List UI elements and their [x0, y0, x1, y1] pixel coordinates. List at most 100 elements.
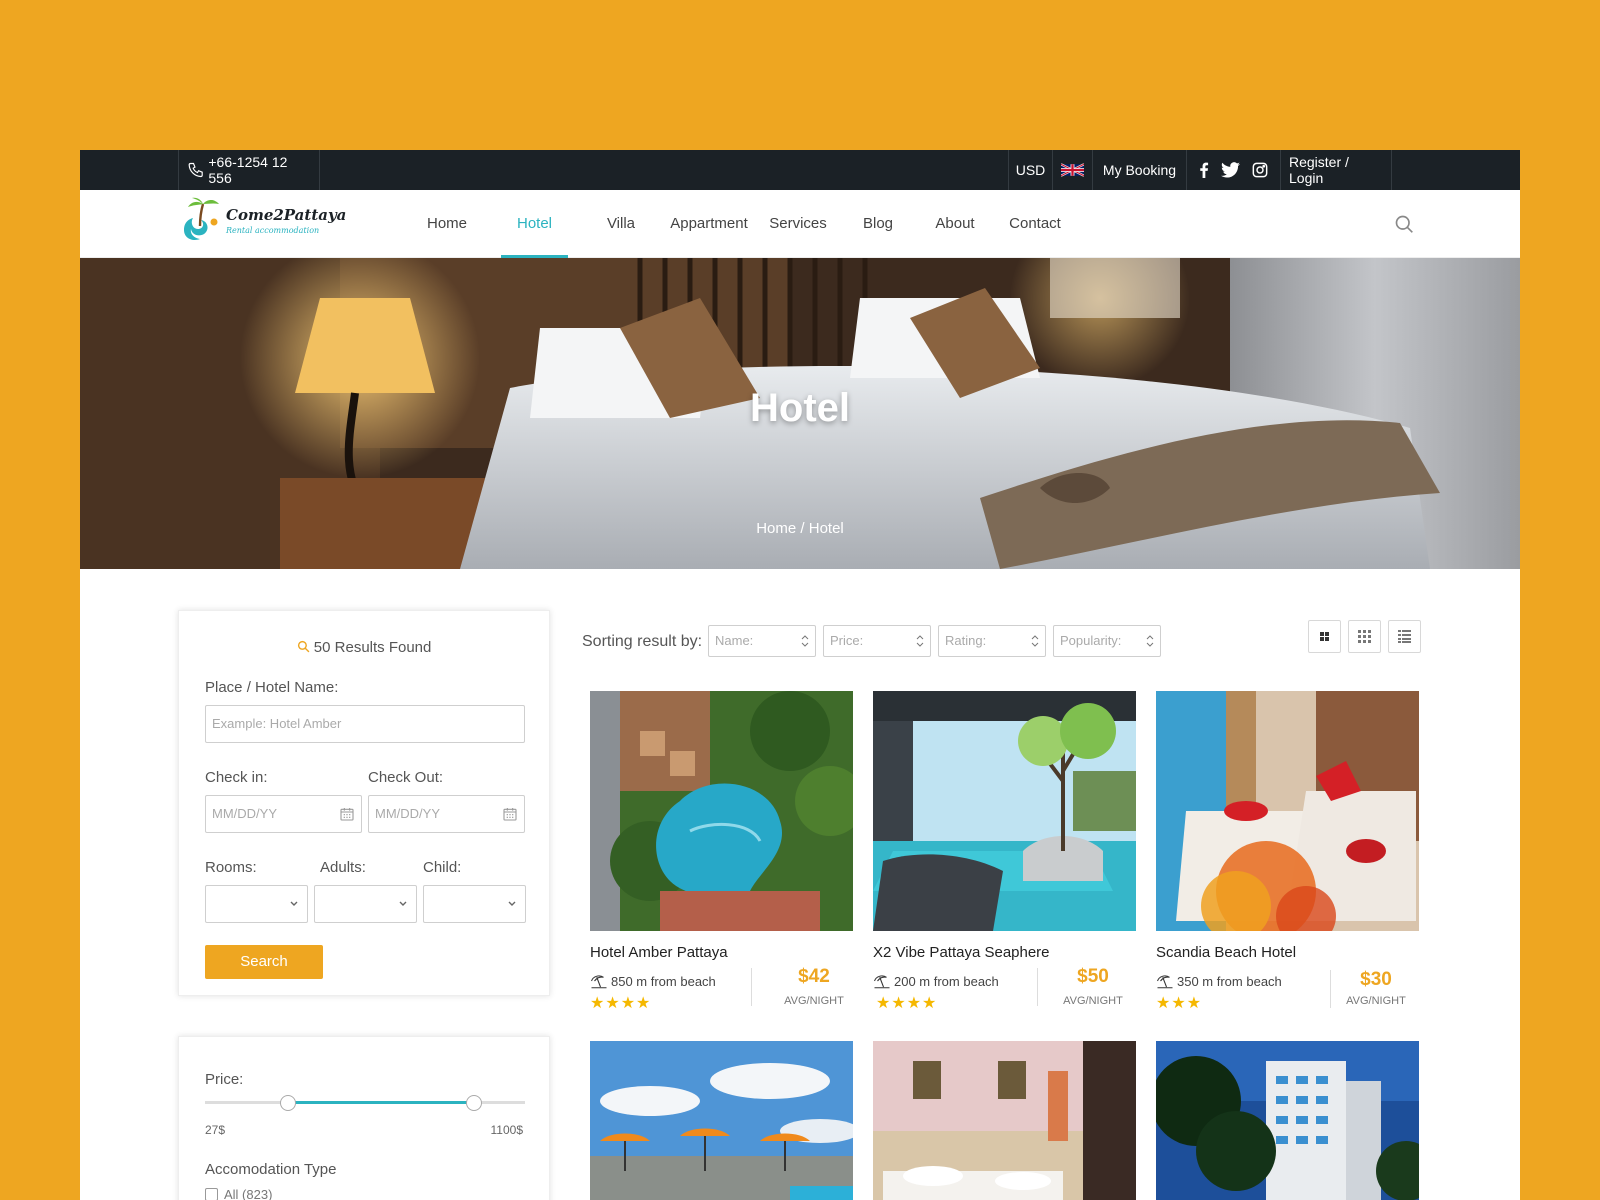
- my-booking-label: My Booking: [1102, 162, 1177, 178]
- checkout-input[interactable]: MM/DD/YY: [368, 795, 525, 833]
- checkin-input[interactable]: MM/DD/YY: [205, 795, 362, 833]
- nav-contact[interactable]: Contact: [1001, 190, 1069, 258]
- beach-umbrella-icon: [874, 975, 890, 989]
- top-bar: +66-1254 12 556 USD My Booking Register …: [80, 150, 1520, 190]
- brand-tagline: Rental accommodation: [226, 226, 320, 235]
- hotel-building-night-photo: [1156, 1041, 1419, 1200]
- checkin-label: Check in:: [205, 769, 268, 786]
- currency-selector[interactable]: USD: [1008, 150, 1052, 190]
- nav-appartment[interactable]: Appartment: [665, 190, 753, 258]
- child-select[interactable]: [423, 885, 526, 923]
- nav-hotel[interactable]: Hotel: [501, 190, 568, 258]
- view-large-grid-button[interactable]: [1308, 620, 1341, 653]
- beach-umbrella-icon: [591, 975, 607, 989]
- nav-villa[interactable]: Villa: [588, 190, 654, 258]
- view-small-grid-button[interactable]: [1348, 620, 1381, 653]
- type-all-option[interactable]: All (823): [205, 1187, 272, 1200]
- chevron-down-icon: [399, 901, 407, 906]
- main-navigation: Come2Pattaya Rental accommodation Home H…: [80, 190, 1520, 258]
- hotel-distance-text: 350 m from beach: [1177, 973, 1282, 989]
- hotel-amber-image[interactable]: [590, 691, 853, 931]
- hotel-card-image[interactable]: [873, 1041, 1136, 1200]
- price-min-value: 27$: [205, 1123, 226, 1137]
- grid-2x2-icon: [1320, 632, 1329, 641]
- pool-aerial-photo: [590, 691, 853, 931]
- sort-label: Sorting result by:: [582, 633, 703, 650]
- hotel-card-image[interactable]: [1156, 1041, 1419, 1200]
- search-panel: 50 Results Found Place / Hotel Name: Exa…: [178, 610, 550, 996]
- hotel-name[interactable]: Scandia Beach Hotel: [1156, 944, 1296, 961]
- instagram-icon[interactable]: [1252, 162, 1268, 178]
- slider-selected-range: [288, 1101, 474, 1104]
- calendar-icon[interactable]: [502, 806, 518, 822]
- currency-label: USD: [1015, 162, 1046, 178]
- brand-name: Come2Pattaya: [226, 206, 347, 224]
- price-unit: AVG/NIGHT: [1063, 995, 1123, 1007]
- hotel-distance-text: 200 m from beach: [894, 973, 999, 989]
- search-icon: [297, 640, 310, 653]
- hotel-price: $50: [1077, 966, 1109, 987]
- price-unit: AVG/NIGHT: [784, 995, 844, 1007]
- hotel-rating-stars: ★★★★: [876, 995, 938, 1012]
- page-title: Hotel: [750, 386, 850, 430]
- sort-rating-label: Rating:: [945, 633, 987, 648]
- hotel-bedroom-photo: [1156, 691, 1419, 931]
- rooms-label: Rooms:: [205, 859, 257, 876]
- type-all-checkbox[interactable]: [205, 1188, 218, 1200]
- price-range-slider[interactable]: [205, 1095, 525, 1111]
- register-login-label: Register / Login: [1289, 154, 1349, 186]
- results-count-text: 50 Results Found: [313, 639, 432, 656]
- nav-home[interactable]: Home: [412, 190, 482, 258]
- search-button[interactable]: Search: [205, 945, 323, 979]
- phone-contact[interactable]: +66-1254 12 556: [178, 150, 320, 190]
- accommodation-type-label: Accomodation Type: [205, 1161, 337, 1178]
- view-list-button[interactable]: [1388, 620, 1421, 653]
- price-divider: [1037, 968, 1038, 1006]
- phone-icon: [188, 162, 203, 178]
- language-selector[interactable]: [1052, 150, 1092, 190]
- type-all-label: All (823): [224, 1187, 273, 1200]
- calendar-icon[interactable]: [339, 806, 355, 822]
- twitter-icon[interactable]: [1221, 162, 1240, 178]
- nav-about[interactable]: About: [925, 190, 985, 258]
- place-input[interactable]: Example: Hotel Amber: [205, 705, 525, 743]
- beach-umbrella-icon: [1157, 975, 1173, 989]
- place-label: Place / Hotel Name:: [205, 679, 339, 696]
- poolside-umbrellas-photo: [590, 1041, 853, 1200]
- filter-panel: Price: 27$ 1100$ Accomodation Type All (…: [178, 1036, 550, 1200]
- price-divider: [751, 968, 752, 1006]
- search-icon[interactable]: [1394, 214, 1414, 234]
- sort-price-select[interactable]: Price:: [823, 625, 931, 657]
- price-max-value: 1100$: [490, 1123, 523, 1137]
- hotel-rating-stars: ★★★★: [590, 995, 652, 1012]
- hotel-name[interactable]: X2 Vibe Pattaya Seaphere: [873, 944, 1050, 961]
- sort-arrows-icon: [916, 635, 924, 647]
- adults-select[interactable]: [314, 885, 417, 923]
- price-unit: AVG/NIGHT: [1346, 995, 1406, 1007]
- twin-bedroom-photo: [873, 1041, 1136, 1200]
- rooms-select[interactable]: [205, 885, 308, 923]
- hotel-card-image[interactable]: [590, 1041, 853, 1200]
- register-login-link[interactable]: Register / Login: [1280, 150, 1392, 190]
- chevron-down-icon: [290, 901, 298, 906]
- slider-max-handle[interactable]: [465, 1095, 482, 1111]
- scandia-beach-image[interactable]: [1156, 691, 1419, 931]
- sort-rating-select[interactable]: Rating:: [938, 625, 1046, 657]
- x2-vibe-image[interactable]: [873, 691, 1136, 931]
- sort-popularity-label: Popularity:: [1060, 633, 1122, 648]
- hero-banner: Hotel Home / Hotel: [80, 258, 1520, 569]
- hotel-name[interactable]: Hotel Amber Pattaya: [590, 944, 728, 961]
- list-view-icon: [1398, 630, 1411, 643]
- facebook-icon[interactable]: [1199, 162, 1209, 178]
- checkout-placeholder: MM/DD/YY: [375, 806, 440, 821]
- sort-name-select[interactable]: Name:: [708, 625, 816, 657]
- slider-min-handle[interactable]: [280, 1095, 297, 1111]
- social-links: [1186, 150, 1280, 190]
- checkin-placeholder: MM/DD/YY: [212, 806, 277, 821]
- nav-services[interactable]: Services: [761, 190, 835, 258]
- breadcrumb[interactable]: Home / Hotel: [80, 520, 1520, 537]
- my-booking-link[interactable]: My Booking: [1092, 150, 1186, 190]
- brand-logo[interactable]: Come2Pattaya Rental accommodation: [178, 196, 348, 246]
- sort-popularity-select[interactable]: Popularity:: [1053, 625, 1161, 657]
- nav-blog[interactable]: Blog: [851, 190, 905, 258]
